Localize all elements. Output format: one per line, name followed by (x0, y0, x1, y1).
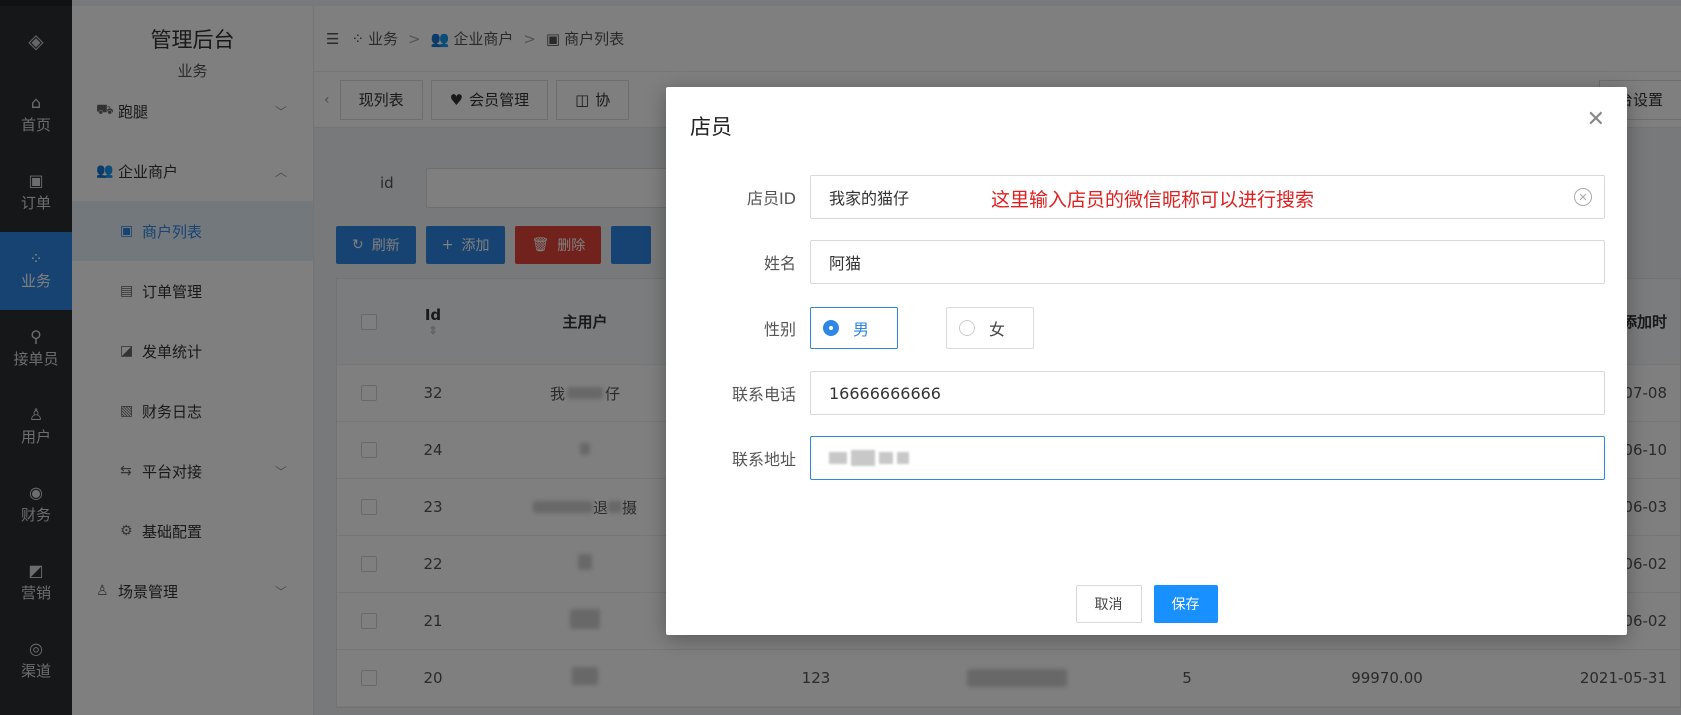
dialog-title: 店员 (690, 115, 732, 139)
gender-label: 性别 (763, 320, 796, 339)
save-button[interactable]: 保存 (1153, 585, 1218, 623)
form-row-staff-id: 店员ID 我家的猫仔 这里输入店员的微信昵称可以进行搜索 ✕ (690, 175, 1605, 219)
staff-dialog: 店员 ✕ 店员ID 我家的猫仔 这里输入店员的微信昵称可以进行搜索 ✕ 姓名 阿… (666, 87, 1627, 635)
address-label: 联系地址 (731, 450, 796, 469)
dialog-footer: 取消 保存 (666, 585, 1627, 623)
name-value: 阿猫 (829, 254, 862, 273)
form-row-address: 联系地址 (690, 436, 1605, 480)
gender-radio-female[interactable]: 女 (946, 307, 1034, 349)
radio-dot (959, 320, 975, 336)
staff-id-value: 我家的猫仔 (829, 189, 910, 208)
phone-value: 16666666666 (829, 383, 941, 403)
staff-id-label: 店员ID (746, 189, 796, 208)
phone-label: 联系电话 (731, 385, 796, 404)
gender-radio-male[interactable]: 男 (810, 307, 898, 349)
name-label: 姓名 (763, 254, 796, 273)
close-icon[interactable]: ✕ (1587, 109, 1605, 131)
radio-label: 女 (989, 320, 1006, 339)
address-blurred-value (829, 450, 909, 466)
staff-id-hint: 这里输入店员的微信昵称可以进行搜索 (991, 189, 1315, 211)
phone-input[interactable]: 16666666666 (810, 371, 1605, 415)
staff-id-input[interactable]: 我家的猫仔 这里输入店员的微信昵称可以进行搜索 ✕ (810, 175, 1605, 219)
address-input[interactable] (810, 436, 1605, 480)
radio-dot (823, 320, 839, 336)
form-row-phone: 联系电话 16666666666 (690, 371, 1605, 415)
form-row-gender: 性别 男 女 (690, 306, 1605, 350)
clear-icon[interactable]: ✕ (1574, 188, 1592, 206)
form-row-name: 姓名 阿猫 (690, 240, 1605, 284)
radio-label: 男 (853, 320, 870, 339)
cancel-button[interactable]: 取消 (1075, 585, 1142, 623)
name-input[interactable]: 阿猫 (810, 240, 1605, 284)
